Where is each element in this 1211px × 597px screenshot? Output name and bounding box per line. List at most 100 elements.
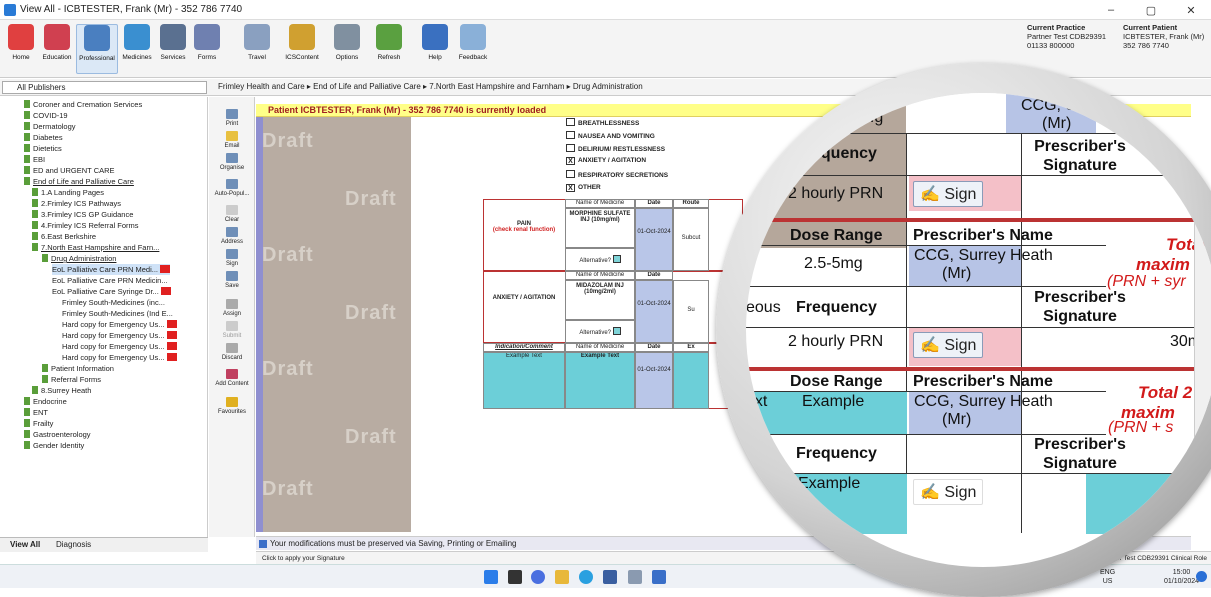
zoom-tab-notes[interactable]: Notes [1199, 198, 1209, 222]
explorer-icon[interactable] [555, 570, 569, 584]
tree-item[interactable]: 3.Frimley ICS GP Guidance [32, 209, 133, 220]
tree-item[interactable]: Referral Forms [42, 374, 101, 385]
zoom-total-field[interactable] [1086, 474, 1211, 534]
zoom-sign-button[interactable]: ✍ Sign [913, 332, 984, 358]
minimize-button[interactable]: – [1091, 0, 1131, 20]
tree-item[interactable]: ED and URGENT CARE [24, 165, 115, 176]
tree-item[interactable]: Frimley South-Medicines (Ind E... [62, 308, 173, 319]
indication-field[interactable]: Example Text [483, 352, 565, 409]
date-field[interactable]: 01-Oct-2024 [635, 208, 673, 271]
tree-item[interactable]: EoL Palliative Care PRN Medicin... [52, 275, 168, 286]
zoom-tab-history[interactable]: History [1195, 156, 1205, 184]
tree-item[interactable]: 8.Surrey Heath [32, 385, 91, 396]
submit-button[interactable]: Submit [212, 321, 252, 339]
tree-item[interactable]: Diabetes [24, 132, 63, 143]
tree-item-expanded[interactable]: Drug Administration [42, 253, 116, 264]
sign-button[interactable]: Sign [212, 249, 252, 267]
clear-button[interactable]: Clear [212, 205, 252, 223]
tree-item[interactable]: Dermatology [24, 121, 76, 132]
breadcrumb[interactable]: Frimley Health and Care ▸ End of Life an… [218, 82, 643, 91]
tree-item-expanded[interactable]: 7.North East Hampshire and Farn... [32, 242, 159, 253]
assign-button[interactable]: Assign [212, 299, 252, 317]
organise-button[interactable]: Organise [212, 153, 252, 171]
options-button[interactable]: Options [330, 24, 364, 74]
help-button[interactable]: Help [418, 24, 452, 74]
tree-item[interactable]: Hard copy for Emergency Us... [62, 352, 177, 363]
tab-diagnosis[interactable]: Diagnosis [56, 540, 91, 549]
forms-button[interactable]: Forms [190, 24, 224, 74]
checkbox-delirium[interactable]: DELIRIUM/ RESTLESSNESS [566, 144, 665, 153]
checkbox-nausea[interactable]: NAUSEA AND VOMITING [566, 131, 655, 140]
tree-item[interactable]: 2.Frimley ICS Pathways [32, 198, 121, 209]
auto-populate-button[interactable]: Auto-Popul... [212, 179, 252, 197]
email-button[interactable]: Email [212, 131, 252, 149]
alternative-field[interactable]: Alternative? [565, 248, 635, 271]
travel-button[interactable]: Travel [240, 24, 274, 74]
medicine-field[interactable]: Example Text [565, 352, 635, 409]
checkbox-other[interactable]: X OTHER [566, 184, 601, 192]
route-field[interactable] [673, 352, 709, 409]
checkbox-breathlessness[interactable]: BREATHLESSNESS [566, 118, 639, 127]
alternative-field[interactable]: Alternative? [565, 320, 635, 343]
tree-item[interactable]: Coroner and Cremation Services [24, 99, 142, 110]
tree-item-selected[interactable]: EoL Palliative Care PRN Medi... [52, 264, 171, 275]
medicine-field[interactable]: MORPHINE SULFATE INJ (10mg/ml) [565, 208, 635, 248]
close-button[interactable]: ✕ [1171, 0, 1211, 20]
alternative-checkbox[interactable] [612, 327, 621, 335]
print-button[interactable]: Print [212, 109, 252, 127]
home-button[interactable]: Home [4, 24, 38, 74]
medicine-field[interactable]: MIDAZOLAM INJ (10mg/2ml) [565, 280, 635, 320]
professional-button[interactable]: Professional [76, 24, 118, 74]
copilot-icon[interactable] [531, 570, 545, 584]
tree-item[interactable]: 6.East Berkshire [32, 231, 96, 242]
zoom-tab-forms[interactable]: Forms [1200, 117, 1210, 143]
maximize-button[interactable]: ▢ [1131, 0, 1171, 20]
zoom-sign-button[interactable]: ✍ Sign [913, 479, 984, 505]
taskview-icon[interactable] [508, 570, 522, 584]
tree-item[interactable]: Patient Information [42, 363, 114, 374]
tab-view-all[interactable]: View All [10, 540, 40, 549]
notification-icon[interactable] [1196, 571, 1207, 582]
medicines-button[interactable]: Medicines [120, 24, 154, 74]
tree-item[interactable]: Frimley South-Medicines (inc... [62, 297, 165, 308]
checkbox-anxiety[interactable]: X ANXIETY / AGITATION [566, 157, 646, 165]
start-icon[interactable] [484, 570, 498, 584]
tree-item[interactable]: Frailty [24, 418, 53, 429]
app-icon[interactable] [628, 570, 642, 584]
education-button[interactable]: Education [40, 24, 74, 74]
add-content-button[interactable]: Add Content [212, 369, 252, 387]
edge-icon[interactable] [579, 570, 593, 584]
feedback-button[interactable]: Feedback [456, 24, 490, 74]
tree-item[interactable]: Endocrine [24, 396, 67, 407]
tree-item[interactable]: ENT [24, 407, 48, 418]
tree-item[interactable]: Hard copy for Emergency Us... [62, 341, 177, 352]
checkbox-respiratory[interactable]: RESPIRATORY SECRETIONS [566, 170, 668, 179]
route-field[interactable]: Subcut [673, 208, 709, 271]
tree-item[interactable]: Hard copy for Emergency Us... [62, 330, 177, 341]
services-button[interactable]: Services [156, 24, 190, 74]
alternative-checkbox[interactable] [612, 255, 621, 263]
tree-item[interactable]: EoL Palliative Care Syringe Dr... [52, 286, 171, 297]
route-field[interactable]: Su [673, 280, 709, 343]
tree-item[interactable]: Gastroenterology [24, 429, 91, 440]
app-icon[interactable] [652, 570, 666, 584]
tree-item[interactable]: 4.Frimley ICS Referral Forms [32, 220, 139, 231]
favourites-button[interactable]: Favourites [212, 397, 252, 415]
store-icon[interactable] [603, 570, 617, 584]
date-field[interactable]: 01-Oct-2024 [635, 280, 673, 343]
tree-item[interactable]: 1.A Landing Pages [32, 187, 104, 198]
zoom-sign-button[interactable]: ✍ Sign [913, 181, 984, 207]
icscontent-button[interactable]: ICSContent [282, 24, 322, 74]
tree-item[interactable]: Hard copy for Emergency Us... [62, 319, 177, 330]
save-button[interactable]: Save [212, 271, 252, 289]
tree-item-expanded[interactable]: End of Life and Palliative Care [24, 176, 134, 187]
refresh-button[interactable]: Refresh [372, 24, 406, 74]
clock[interactable]: 15:00 01/10/2024 [1164, 568, 1199, 586]
discard-button[interactable]: Discard [212, 343, 252, 361]
tree-item[interactable]: COVID-19 [24, 110, 68, 121]
date-field[interactable]: 01-Oct-2024 [635, 352, 673, 409]
address-button[interactable]: Address [212, 227, 252, 245]
language-indicator[interactable]: ENG US [1100, 568, 1115, 586]
publisher-select[interactable]: All Publishers [2, 81, 207, 94]
tree-item[interactable]: Gender Identity [24, 440, 84, 451]
